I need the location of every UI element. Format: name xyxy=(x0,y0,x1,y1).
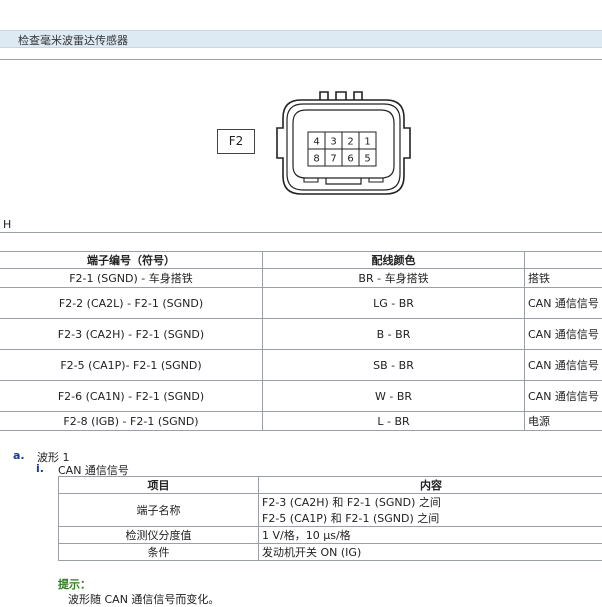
table-row: F2-8 (IGB) - F2-1 (SGND) L - BR 电源 xyxy=(0,412,602,431)
table-row: F2-5 (CA1P)- F2-1 (SGND) SB - BR CAN 通信信… xyxy=(0,350,602,381)
item-cell: 检测仪分度值 xyxy=(59,527,259,544)
terminal-cell: F2-6 (CA1N) - F2-1 (SGND) xyxy=(0,381,263,412)
description-cell: CAN 通信信号 xyxy=(525,288,602,319)
column-header: 项目 xyxy=(59,477,259,494)
pin-label: 4 xyxy=(313,137,319,148)
table-row: F2-2 (CA2L) - F2-1 (SGND) LG - BR CAN 通信… xyxy=(0,288,602,319)
list-marker: a. xyxy=(13,449,25,462)
pin-label: 6 xyxy=(347,154,353,165)
description-cell: 电源 xyxy=(525,412,602,431)
view-label: H xyxy=(3,218,11,231)
table-row: F2-1 (SGND) - 车身搭铁 BR - 车身搭铁 搭铁 xyxy=(0,269,602,288)
pin-label: 5 xyxy=(364,154,370,165)
wire-color-cell: SB - BR xyxy=(263,350,525,381)
pin-label: 8 xyxy=(313,154,319,165)
content-cell: 发动机开关 ON (IG) xyxy=(259,544,602,561)
terminal-cell: F2-5 (CA1P)- F2-1 (SGND) xyxy=(0,350,263,381)
list-marker: i. xyxy=(36,462,44,475)
table-row: 端子名称 F2-3 (CA2H) 和 F2-1 (SGND) 之间 F2-5 (… xyxy=(59,494,602,527)
column-header xyxy=(525,252,602,269)
description-cell: CAN 通信信号 xyxy=(525,381,602,412)
column-header: 内容 xyxy=(259,477,602,494)
pin-label: 1 xyxy=(364,137,370,148)
table-header-row: 项目 内容 xyxy=(59,477,602,494)
section-header: 检查毫米波雷达传感器 xyxy=(0,30,602,48)
column-header: 配线颜色 xyxy=(263,252,525,269)
table-row: 条件 发动机开关 ON (IG) xyxy=(59,544,602,561)
content-cell: F2-3 (CA2H) 和 F2-1 (SGND) 之间 F2-5 (CA1P)… xyxy=(259,494,602,527)
content-line: 发动机开关 ON (IG) xyxy=(262,544,602,560)
terminal-cell: F2-2 (CA2L) - F2-1 (SGND) xyxy=(0,288,263,319)
divider xyxy=(0,232,602,233)
table-row: F2-3 (CA2H) - F2-1 (SGND) B - BR CAN 通信信… xyxy=(0,319,602,350)
content-line: 1 V/格，10 μs/格 xyxy=(262,527,602,543)
pin-label: 7 xyxy=(330,154,336,165)
content-cell: 1 V/格，10 μs/格 xyxy=(259,527,602,544)
terminal-cell: F2-1 (SGND) - 车身搭铁 xyxy=(0,269,263,288)
table-row: 检测仪分度值 1 V/格，10 μs/格 xyxy=(59,527,602,544)
connector-label: F2 xyxy=(217,129,255,154)
wire-color-cell: B - BR xyxy=(263,319,525,350)
terminal-cell: F2-3 (CA2H) - F2-1 (SGND) xyxy=(0,319,263,350)
description-cell: 搭铁 xyxy=(525,269,602,288)
divider xyxy=(0,59,602,60)
item-cell: 端子名称 xyxy=(59,494,259,527)
table-row: F2-6 (CA1N) - F2-1 (SGND) W - BR CAN 通信信… xyxy=(0,381,602,412)
wire-color-cell: W - BR xyxy=(263,381,525,412)
pin-label: 2 xyxy=(347,137,353,148)
section-title: 检查毫米波雷达传感器 xyxy=(18,32,128,48)
wire-color-cell: LG - BR xyxy=(263,288,525,319)
connector-diagram: 4 3 2 1 8 7 6 5 xyxy=(276,88,411,203)
item-cell: 条件 xyxy=(59,544,259,561)
hint-title: 提示： xyxy=(58,576,91,592)
wire-color-cell: L - BR xyxy=(263,412,525,431)
table-header-row: 端子编号（符号） 配线颜色 xyxy=(0,252,602,269)
content-line: F2-5 (CA1P) 和 F2-1 (SGND) 之间 xyxy=(262,510,602,526)
terminal-cell: F2-8 (IGB) - F2-1 (SGND) xyxy=(0,412,263,431)
hint-text: 波形随 CAN 通信信号而变化。 xyxy=(68,591,219,607)
description-cell: CAN 通信信号 xyxy=(525,319,602,350)
waveform-table: 项目 内容 端子名称 F2-3 (CA2H) 和 F2-1 (SGND) 之间 … xyxy=(58,476,602,561)
description-cell: CAN 通信信号 xyxy=(525,350,602,381)
pin-label: 3 xyxy=(330,137,336,148)
wire-color-cell: BR - 车身搭铁 xyxy=(263,269,525,288)
content-line: F2-3 (CA2H) 和 F2-1 (SGND) 之间 xyxy=(262,494,602,510)
column-header: 端子编号（符号） xyxy=(0,252,263,269)
terminal-table: 端子编号（符号） 配线颜色 F2-1 (SGND) - 车身搭铁 BR - 车身… xyxy=(0,251,602,431)
